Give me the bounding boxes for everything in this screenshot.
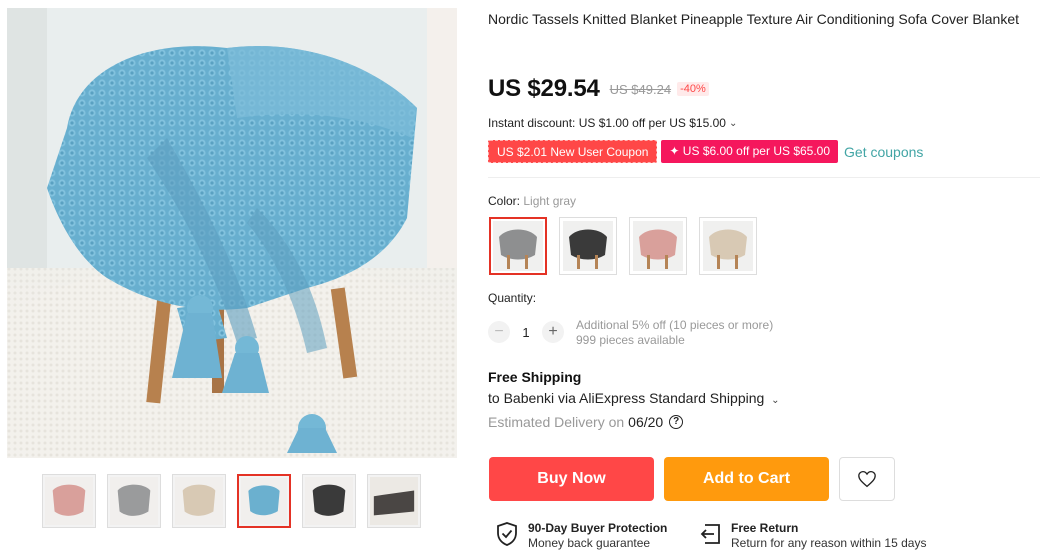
free-return-subtitle: Return for any reason within 15 days <box>731 536 927 550</box>
selected-color: Light gray <box>523 194 577 208</box>
return-icon <box>700 524 720 544</box>
thumbnail-dark-gray[interactable] <box>367 474 421 528</box>
shipping-method-text: to Babenki via AliExpress Standard Shipp… <box>488 390 765 406</box>
color-label: Color: Light gray <box>488 194 576 208</box>
store-coupon[interactable]: ✦ US $6.00 off per US $65.00 <box>661 140 839 163</box>
color-label-text: Color: <box>488 194 521 208</box>
thumbnail-blue[interactable] <box>237 474 291 528</box>
thumbnail-black[interactable] <box>302 474 356 528</box>
instant-discount[interactable]: Instant discount: US $1.00 off per US $1… <box>488 116 737 130</box>
blanket-photo <box>7 8 457 458</box>
discount-badge: -40% <box>677 82 709 96</box>
main-product-image[interactable] <box>7 8 457 458</box>
estimated-delivery-date: 06/20 <box>628 414 664 430</box>
divider <box>488 177 1040 178</box>
buy-now-button[interactable]: Buy Now <box>489 457 654 501</box>
buyer-protection-subtitle: Money back guarantee <box>528 536 651 550</box>
heart-icon <box>858 470 876 488</box>
quantity-value[interactable]: 1 <box>510 325 542 340</box>
estimated-delivery: Estimated Delivery on 06/20 ? <box>488 414 684 430</box>
buyer-protection-title: 90-Day Buyer Protection <box>528 521 668 535</box>
instant-discount-text: Instant discount: US $1.00 off per US $1… <box>488 116 726 130</box>
shipping-title: Free Shipping <box>488 369 582 385</box>
coupon-row: US $2.01 New User Coupon ✦ US $6.00 off … <box>488 140 923 163</box>
current-price: US $29.54 <box>488 75 600 102</box>
color-option-gray[interactable] <box>489 217 547 275</box>
wishlist-button[interactable] <box>839 457 895 501</box>
increase-button[interactable]: + <box>542 321 564 343</box>
quantity-info: Additional 5% off (10 pieces or more) 99… <box>576 318 773 348</box>
quantity-label: Quantity: <box>488 291 537 305</box>
thumbnail-pink[interactable] <box>42 474 96 528</box>
estimated-delivery-label: Estimated Delivery on <box>488 414 625 430</box>
add-to-cart-button[interactable]: Add to Cart <box>664 457 829 501</box>
shield-check-icon <box>497 522 517 546</box>
quantity-stepper: − 1 + <box>488 320 564 344</box>
product-title: Nordic Tassels Knitted Blanket Pineapple… <box>488 11 1020 27</box>
chevron-down-icon: ⌄ <box>771 395 780 406</box>
decrease-button[interactable]: − <box>488 321 510 343</box>
free-return-title: Free Return <box>731 521 799 535</box>
stock-available-text: 999 pieces available <box>576 333 685 347</box>
thumbnail-gray[interactable] <box>107 474 161 528</box>
bulk-discount-text: Additional 5% off (10 pieces or more) <box>576 318 774 332</box>
get-coupons-link[interactable]: Get coupons <box>844 144 923 160</box>
original-price: US $49.24 <box>609 81 672 97</box>
color-option-pink[interactable] <box>629 217 687 275</box>
color-option-beige[interactable] <box>699 217 757 275</box>
price-row: US $29.54 US $49.24 -40% <box>488 74 709 104</box>
buyer-protection: 90-Day Buyer Protection Money back guara… <box>494 521 667 551</box>
shipping-method[interactable]: to Babenki via AliExpress Standard Shipp… <box>488 390 780 406</box>
thumbnail-beige[interactable] <box>172 474 226 528</box>
chevron-down-icon: ⌄ <box>728 117 738 129</box>
help-icon[interactable]: ? <box>669 415 684 429</box>
new-user-coupon[interactable]: US $2.01 New User Coupon <box>488 140 658 163</box>
free-return: Free Return Return for any reason within… <box>697 521 926 551</box>
color-option-black[interactable] <box>559 217 617 275</box>
